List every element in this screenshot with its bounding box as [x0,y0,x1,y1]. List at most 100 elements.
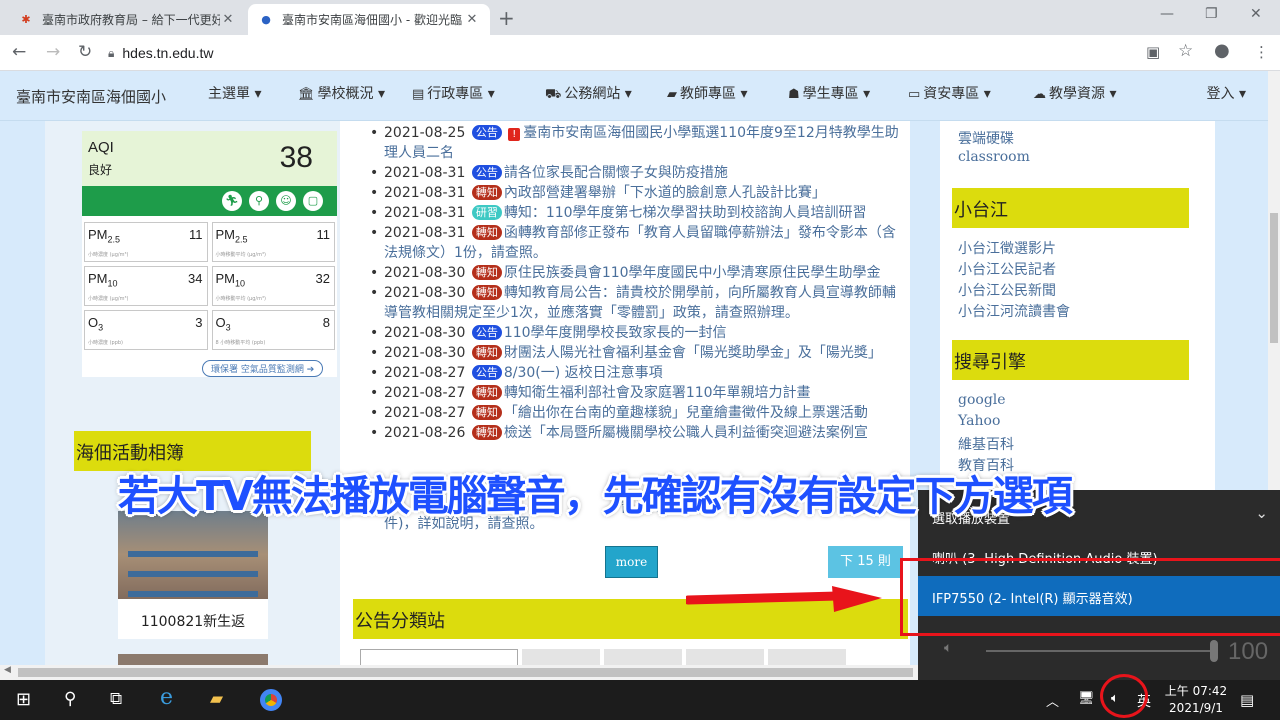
pm25-average-cell: PM2.5 11 小時移動平均 (μg/m³) [211,222,335,262]
nav-admin[interactable]: ▤ 行政專區 ▾ [412,83,495,103]
list-item[interactable]: 2021-08-26 轉知檢送「本局暨所屬機關學校公職人員利益衝突迴避法案例宣 [370,423,905,443]
list-item[interactable]: 2021-08-25 公告 !臺南市安南區海佃國民小學甄選110年度9至12月特… [370,123,905,163]
system-clock[interactable]: 上午 07:42 2021/9/1 [1160,683,1232,717]
nav-students[interactable]: ☗ 學生專區 ▾ [788,83,870,103]
scroll-left-icon[interactable]: ◀ [4,665,11,675]
nav-main-menu[interactable]: 主選單 ▾ [208,83,261,103]
aqi-activity-bar: 🏃︎ ⚲ ☺ ▢ [82,186,337,216]
category-tab[interactable] [360,649,518,665]
chevron-down-icon[interactable]: ⌄ [1255,504,1268,522]
category-tab[interactable] [522,649,600,665]
restore-icon[interactable]: ❐ [1205,6,1218,22]
list-item[interactable]: 2021-08-30 轉知財團法人陽光社會福利基金會「陽光獎助學金」及「陽光獎」 [370,343,905,363]
list-item[interactable]: 2021-08-27 轉知「繪出你在台南的童趣樣貌」兒童繪畫徵件及線上票選活動 [370,403,905,423]
list-item[interactable]: 2021-08-31 研習轉知：110學年度第七梯次學習扶助到校諮詢人員培訓研習 [370,203,905,223]
network-icon[interactable]: 🖥︎ [1078,691,1095,706]
link-classroom[interactable]: classroom [958,149,1030,165]
nav-school-overview[interactable]: 🏛︎ 學校概況 ▾ [298,83,385,103]
address-bar[interactable]: 🔒︎ hdes.tn.edu.tw [108,39,1198,67]
reload-icon[interactable]: ↻ [78,42,92,62]
epa-air-quality-link[interactable]: 環保署 空氣品質監測網 ➔ [202,360,324,377]
tutorial-caption: 若大TV無法播放電腦聲音，先確認有沒有設定下方選項 [118,472,1073,520]
item-title[interactable]: 內政部營建署舉辦「下水道的臉創意人孔設計比賽」 [504,185,826,201]
edge-browser-icon[interactable]: e [160,685,173,710]
link-google[interactable]: google [958,392,1006,408]
list-item[interactable]: 2021-08-31 轉知函轉教育部修正發布「教育人員留職停薪辦法」發布令影本（… [370,223,905,263]
list-item[interactable]: 2021-08-31 轉知內政部營建署舉辦「下水道的臉創意人孔設計比賽」 [370,183,905,203]
item-date: 2021-08-30 [384,325,466,341]
link-reading-club[interactable]: 小台江河流讀書會 [958,301,1070,321]
list-item[interactable]: 2021-08-31 公告請各位家長配合關懷子女與防疫措施 [370,163,905,183]
category-tab[interactable] [686,649,764,665]
show-hidden-icons-icon[interactable]: ︿ [1046,691,1059,710]
item-title[interactable]: 「繪出你在台南的童趣樣貌」兒童繪畫徵件及線上票選活動 [504,405,868,421]
link-reporter[interactable]: 小台江公民記者 [958,259,1056,279]
item-title[interactable]: 110學年度開學校長致家長的一封信 [504,325,727,341]
item-title[interactable]: 轉知：110學年度第七梯次學習扶助到校諮詢人員培訓研習 [504,205,867,221]
item-badge: 轉知 [471,185,502,200]
volume-icon[interactable]: 🔈︎ [944,640,952,656]
list-item[interactable]: 2021-08-30 轉知轉知教育局公告：請貴校於開學前，向所屬教育人員宣導教師… [370,283,905,323]
album-photo[interactable] [118,511,268,608]
item-title[interactable]: 財團法人陽光社會福利基金會「陽光獎助學金」及「陽光獎」 [504,345,882,361]
task-view-icon[interactable]: ⧉ [110,689,122,709]
tab-education-bureau[interactable]: ✱ 臺南市政府教育局 – 給下一代更好 ✕ [8,4,246,35]
close-window-icon[interactable]: ✕ [1250,6,1262,22]
list-item[interactable]: 2021-08-27 轉知轉知衛生福利部社會及家庭署110年單親培力計畫 [370,383,905,403]
search-icon[interactable]: ⚲ [64,689,76,709]
aqi-status: 良好 [88,163,113,177]
list-item[interactable]: 2021-08-30 公告110學年度開學校長致家長的一封信 [370,323,905,343]
item-title[interactable]: 8/30(一) 返校日注意事項 [504,365,663,381]
highlight-circle [1100,674,1148,718]
item-title[interactable]: 檢送「本局暨所屬機關學校公職人員利益衝突迴避法案例宣 [504,425,868,441]
notification-icon[interactable]: ▤ [1240,691,1254,709]
nav-security[interactable]: ▭ 資安專區 ▾ [908,83,991,103]
bank-icon: 🏛︎ [298,87,315,102]
tab-school-home[interactable]: ● 臺南市安南區海佃國小 - 歡迎光臨 ✕ [248,4,490,35]
menu-dots-icon[interactable]: ⋮ [1254,43,1269,61]
login-menu[interactable]: 登入 ▾ [1207,83,1246,103]
close-tab-icon[interactable]: ✕ [220,12,236,27]
link-yahoo[interactable]: Yahoo [958,413,1000,429]
window-icon: ▢ [303,191,323,211]
item-title[interactable]: 請各位家長配合關懷子女與防疫措施 [504,165,728,181]
profile-icon[interactable]: ● [1214,40,1230,61]
album-photo-2[interactable] [118,654,268,665]
browser-tab-bar: ✱ 臺南市政府教育局 – 給下一代更好 ✕ ● 臺南市安南區海佃國小 - 歡迎光… [0,0,1280,35]
scroll-thumb[interactable] [18,668,913,677]
list-item[interactable]: 2021-08-27 公告8/30(一) 返校日注意事項 [370,363,905,383]
highlight-box [900,558,1280,636]
red-arrow-annotation [686,586,882,612]
nav-teachers[interactable]: ▰ 教師專區 ▾ [667,83,747,103]
list-item[interactable]: 2021-08-30 轉知原住民族委員會110學年度國民中小學清寒原住民學生助學… [370,263,905,283]
nav-teaching-resources[interactable]: ☁︎ 教學資源 ▾ [1033,83,1116,103]
next-15-button[interactable]: 下 15 則 [828,546,903,578]
site-brand[interactable]: 臺南市安南區海佃國小 [16,86,166,107]
forward-icon[interactable]: → [46,42,60,62]
nav-official-sites[interactable]: ⛟ 公務網站 ▾ [545,83,632,104]
album-photo-caption[interactable]: 1100821新生返 [118,599,268,639]
link-video[interactable]: 小台江徵選影片 [958,238,1056,258]
bookmark-star-icon[interactable]: ☆ [1178,41,1193,61]
scroll-thumb[interactable] [1270,213,1278,343]
back-icon[interactable]: ← [12,42,26,62]
popup-blocked-icon[interactable]: ▣ [1146,43,1160,61]
volume-slider[interactable] [986,650,1214,652]
new-tab-button[interactable]: + [498,6,515,30]
more-button[interactable]: more [605,546,658,578]
chrome-browser-icon[interactable] [260,689,282,711]
volume-slider-thumb[interactable] [1210,640,1218,662]
windows-start-icon[interactable]: ⊞ [16,689,31,710]
item-title[interactable]: 原住民族委員會110學年度國民中小學清寒原住民學生助學金 [504,265,881,281]
file-explorer-icon[interactable]: ▰ [210,689,223,709]
category-tab[interactable] [768,649,846,665]
truck-icon: ⛟ [545,87,562,102]
minimize-icon[interactable]: — [1160,6,1174,22]
link-news[interactable]: 小台江公民新聞 [958,280,1056,300]
link-wikipedia[interactable]: 維基百科 [958,434,1014,454]
aqi-widget: AQI 良好 38 🏃︎ ⚲ ☺ ▢ PM2.5 11 小時濃度 (μg/m³)… [82,131,337,377]
link-cloud-drive[interactable]: 雲端硬碟 [958,128,1014,148]
close-tab-icon[interactable]: ✕ [464,12,480,27]
category-tab[interactable] [604,649,682,665]
item-title[interactable]: 轉知衛生福利部社會及家庭署110年單親培力計畫 [504,385,811,401]
